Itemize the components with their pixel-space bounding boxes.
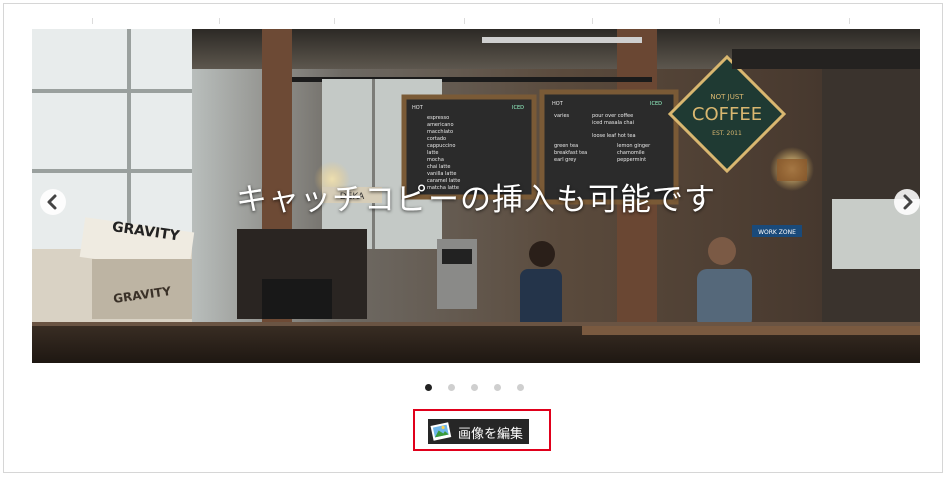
ruler-tick — [719, 18, 720, 24]
svg-text:COFFEE: COFFEE — [692, 104, 762, 125]
svg-text:HOT: HOT — [552, 101, 564, 107]
svg-text:loose leaf hot tea: loose leaf hot tea — [592, 133, 636, 139]
ruler-tick — [592, 18, 593, 24]
svg-text:lemon ginger: lemon ginger — [617, 143, 651, 149]
ruler-tick — [334, 18, 335, 24]
svg-text:latte: latte — [427, 150, 438, 156]
svg-text:NOT JUST: NOT JUST — [710, 93, 744, 101]
svg-text:americano: americano — [427, 122, 454, 128]
svg-text:mocha: mocha — [427, 157, 444, 163]
slider-dot-3[interactable] — [470, 384, 478, 391]
ruler-tick — [464, 18, 465, 24]
svg-text:pour over coffee: pour over coffee — [592, 113, 633, 119]
slider-dot-5[interactable] — [516, 384, 524, 391]
svg-text:espresso: espresso — [427, 115, 449, 121]
slider-pagination — [4, 384, 944, 394]
svg-text:macchiato: macchiato — [427, 129, 453, 135]
ruler-tick — [849, 18, 850, 24]
ruler-tick — [219, 18, 220, 24]
slider-dot-2[interactable] — [447, 384, 455, 391]
image-slider[interactable]: HOT ICED espresso americano macchiato cor… — [32, 29, 920, 363]
slider-editor-panel: HOT ICED espresso americano macchiato cor… — [3, 3, 943, 473]
ruler-tick — [92, 18, 93, 24]
svg-text:earl grey: earl grey — [554, 157, 576, 163]
slider-dot-4[interactable] — [493, 384, 501, 391]
ruler-ticks — [4, 4, 944, 24]
svg-text:peppermint: peppermint — [617, 157, 646, 163]
slide-caption: キャッチコピーの挿入も可能です — [236, 182, 716, 218]
svg-text:chamomile: chamomile — [617, 150, 645, 156]
svg-text:ICED: ICED — [512, 105, 524, 111]
svg-text:cortado: cortado — [427, 136, 446, 142]
slider-prev-button[interactable] — [40, 189, 66, 215]
svg-text:WORK ZONE: WORK ZONE — [758, 229, 796, 236]
chevron-right-icon — [903, 194, 913, 210]
svg-text:cappuccino: cappuccino — [427, 143, 455, 149]
image-landscape-icon — [430, 422, 452, 441]
svg-text:varies: varies — [554, 113, 570, 119]
slider-dot-1[interactable] — [424, 384, 432, 391]
svg-text:green tea: green tea — [554, 143, 578, 149]
svg-text:EST. 2011: EST. 2011 — [712, 130, 742, 137]
svg-text:breakfast tea: breakfast tea — [554, 150, 587, 156]
edit-image-button[interactable]: 画像を編集 — [428, 419, 529, 444]
slider-next-button[interactable] — [894, 189, 920, 215]
svg-text:HOT: HOT — [412, 105, 424, 111]
svg-text:ICED: ICED — [650, 101, 662, 107]
svg-text:chai latte: chai latte — [427, 164, 450, 170]
chevron-left-icon — [47, 194, 57, 210]
edit-image-label: 画像を編集 — [458, 427, 524, 442]
svg-text:iced masala chai: iced masala chai — [592, 120, 634, 126]
